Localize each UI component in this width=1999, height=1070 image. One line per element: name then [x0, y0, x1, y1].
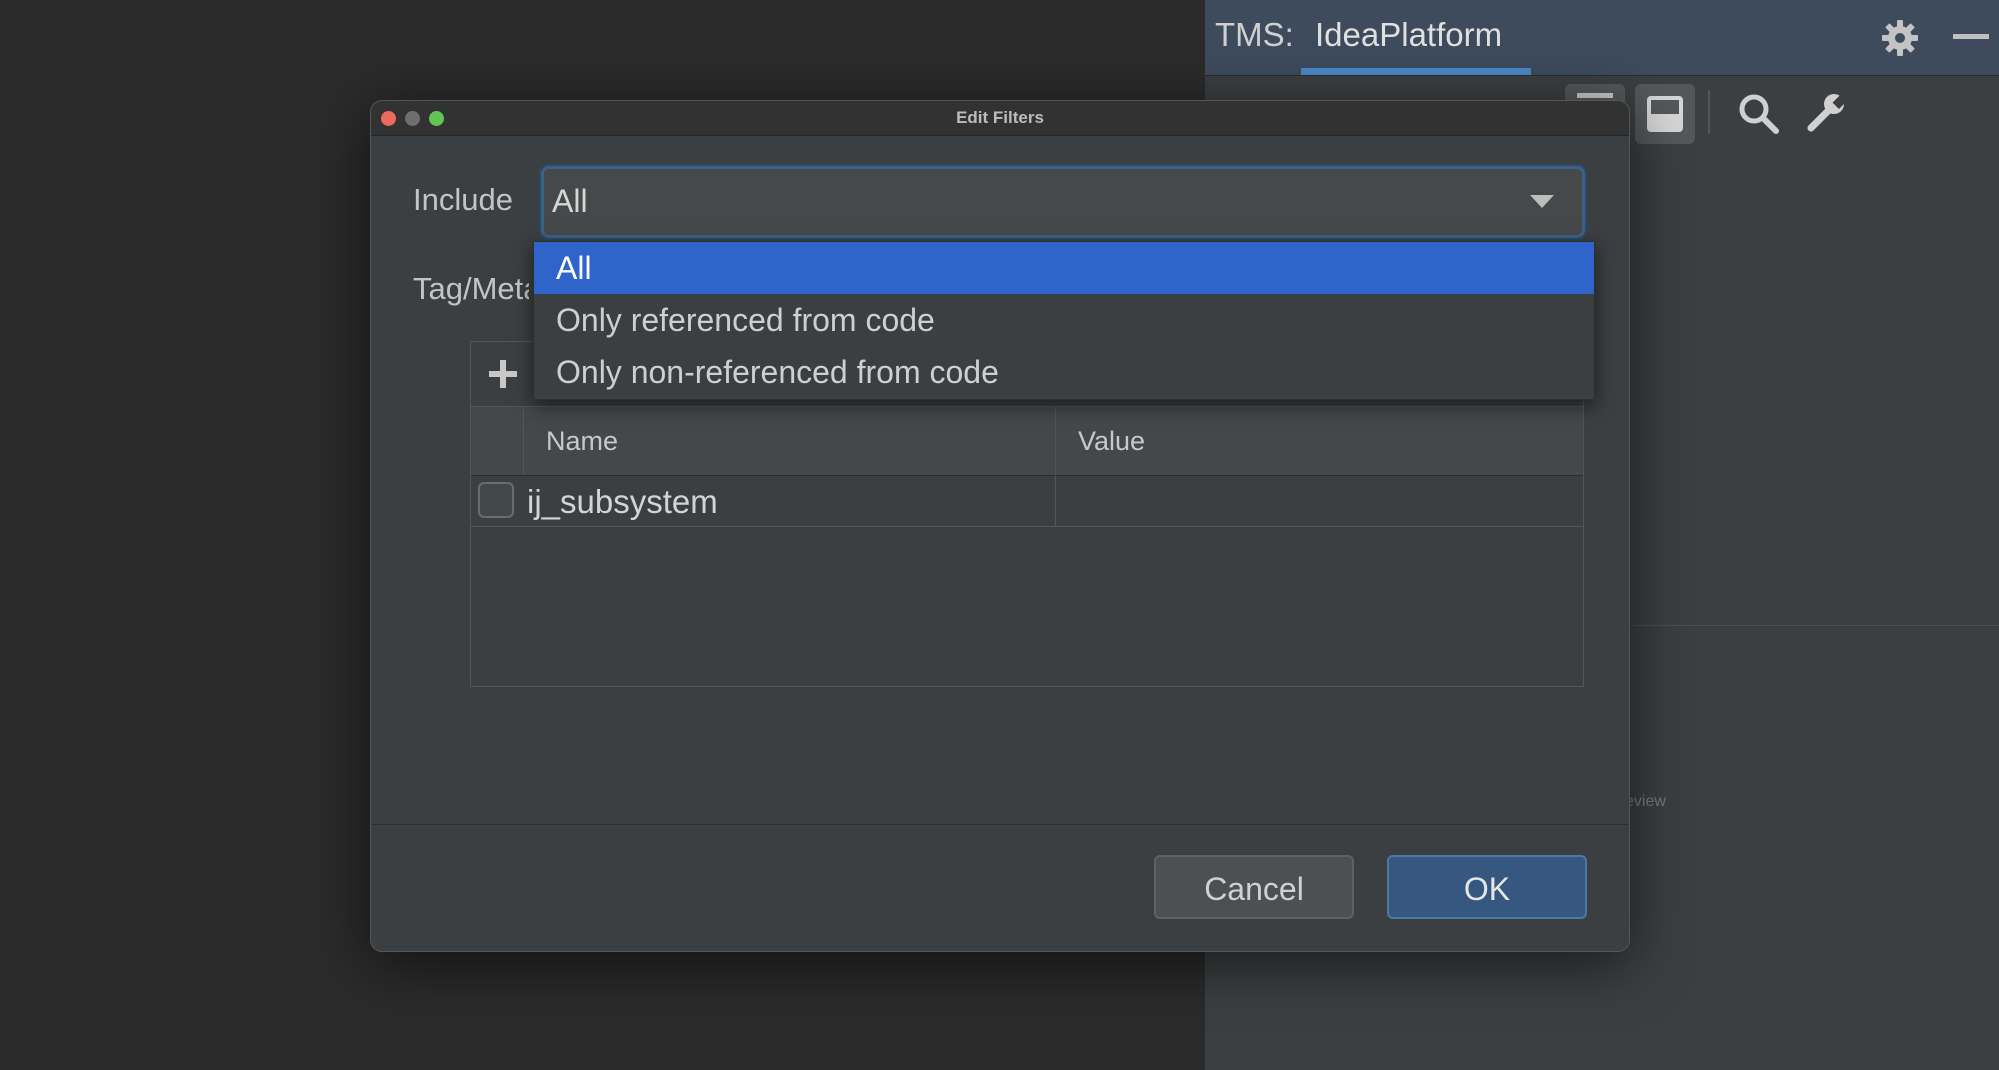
gear-icon[interactable]	[1880, 18, 1920, 58]
preview-label: eview	[1625, 793, 1666, 810]
dropdown-option-referenced[interactable]: Only referenced from code	[534, 294, 1594, 346]
cancel-button[interactable]: Cancel	[1154, 855, 1354, 919]
checkbox-column-header	[471, 407, 523, 475]
add-icon[interactable]	[483, 354, 523, 394]
footer-divider	[371, 824, 1629, 825]
panel-layout-icon	[1647, 96, 1683, 132]
chevron-down-icon	[1530, 195, 1554, 208]
tag-metadata-label: Tag/Metadata	[413, 271, 529, 306]
dialog-title: Edit Filters	[956, 108, 1044, 127]
column-header-name[interactable]: Name	[523, 407, 1055, 475]
table-header: Name Value	[471, 407, 1583, 476]
include-selected-value: All	[552, 183, 588, 219]
include-label: Include	[413, 182, 513, 217]
tool-window-header: TMS: IdeaPlatform	[1205, 0, 1999, 76]
column-header-value[interactable]: Value	[1055, 407, 1583, 475]
active-tab-indicator	[1301, 68, 1531, 75]
ok-button[interactable]: OK	[1387, 855, 1587, 919]
panel-divider	[1625, 625, 1999, 626]
tool-window-title: TMS:	[1215, 16, 1294, 53]
preview-panel-button[interactable]	[1635, 84, 1695, 144]
search-icon[interactable]	[1735, 90, 1781, 136]
table-row[interactable]: ij_subsystem	[471, 476, 1583, 527]
row-checkbox[interactable]	[478, 482, 514, 518]
cell-divider	[1055, 476, 1056, 526]
include-dropdown-list: All Only referenced from code Only non-r…	[533, 241, 1595, 400]
dropdown-option-non-referenced[interactable]: Only non-referenced from code	[534, 346, 1594, 398]
toolbar-separator	[1708, 90, 1710, 134]
include-combobox[interactable]: All	[541, 166, 1585, 238]
row-name-cell: ij_subsystem	[527, 483, 718, 520]
dropdown-option-all[interactable]: All	[534, 242, 1594, 294]
minimize-icon[interactable]	[1953, 34, 1989, 39]
wrench-icon[interactable]	[1803, 90, 1849, 136]
edit-filters-dialog: Edit Filters Include All Tag/Metadata Na…	[370, 100, 1630, 952]
tab-ideaplatform[interactable]: IdeaPlatform	[1315, 16, 1502, 54]
dialog-titlebar: Edit Filters	[371, 101, 1629, 136]
